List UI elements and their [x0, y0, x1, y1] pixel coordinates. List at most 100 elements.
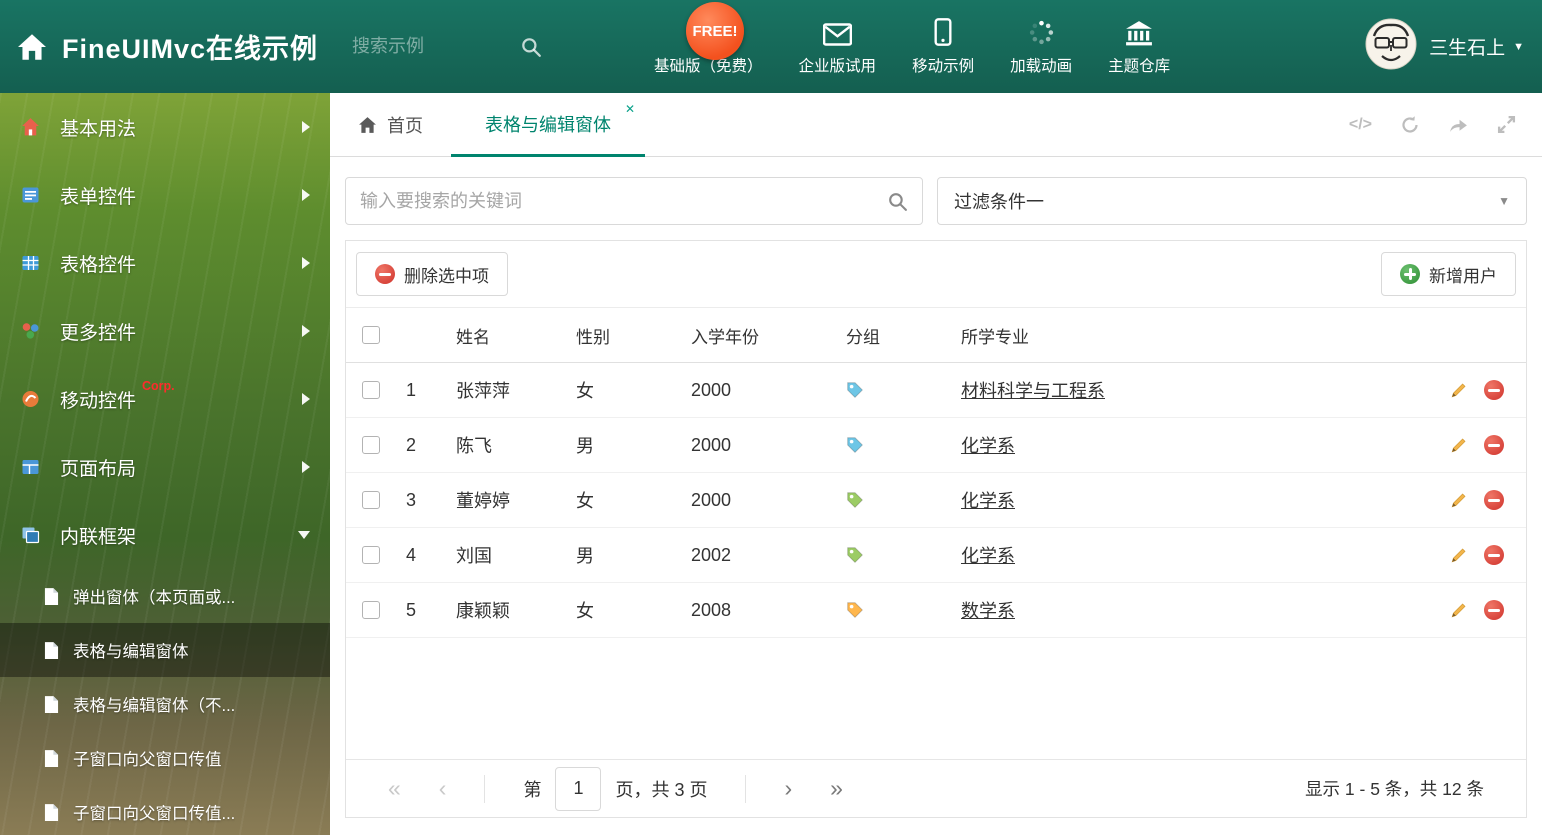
nav-mobile-demo[interactable]: 移动示例 [912, 17, 975, 76]
sidebar-subitem-child-to-parent[interactable]: 子窗口向父窗口传值 [0, 731, 330, 785]
delete-row-icon[interactable] [1484, 600, 1504, 620]
row-name: 陈飞 [456, 436, 492, 456]
delete-row-icon[interactable] [1484, 490, 1504, 510]
expand-icon[interactable] [1497, 115, 1516, 134]
sidebar-item-inline-frame[interactable]: 内联框架 [0, 501, 330, 569]
last-page-button[interactable]: » [830, 777, 843, 800]
row-index: 2 [406, 434, 417, 455]
row-checkbox[interactable] [362, 491, 380, 509]
pager-divider [484, 774, 486, 803]
sidebar-subitem-label: 表格与编辑窗体（不... [73, 697, 236, 715]
keyword-search-input[interactable] [360, 190, 887, 212]
sidebar-item-more-controls[interactable]: 更多控件 Corp. [0, 297, 330, 365]
tab-grid-edit-window[interactable]: 表格与编辑窗体 ✕ [451, 93, 645, 157]
sidebar-item-basic-usage[interactable]: 基本用法 [0, 93, 330, 161]
top-search-input[interactable] [352, 36, 513, 57]
major-link[interactable]: 材料科学与工程系 [961, 377, 1105, 403]
file-icon [44, 587, 59, 606]
user-menu[interactable]: 三生石上 ▼ [1365, 18, 1524, 75]
refresh-icon[interactable] [1400, 115, 1420, 135]
sidebar-subitem-grid-edit-window[interactable]: 表格与编辑窗体 [0, 623, 330, 677]
sidebar-subitem-label: 子窗口向父窗口传值 [73, 751, 222, 769]
row-checkbox[interactable] [362, 601, 380, 619]
nav-theme-repo[interactable]: 主题仓库 [1108, 18, 1170, 76]
major-link[interactable]: 数学系 [961, 597, 1015, 623]
page-number-input[interactable] [555, 766, 602, 811]
row-gender: 男 [576, 436, 594, 456]
sidebar-item-label: 页面布局 [60, 458, 137, 480]
code-icon[interactable]: </> [1349, 116, 1372, 134]
sidebar-subitem-child-to-parent-2[interactable]: 子窗口向父窗口传值... [0, 785, 330, 835]
add-user-button[interactable]: 新增用户 [1381, 252, 1516, 296]
home-icon[interactable] [16, 33, 48, 61]
edit-icon[interactable] [1450, 601, 1468, 619]
prev-page-button[interactable]: ‹ [439, 777, 447, 800]
sidebar-item-mobile-controls[interactable]: 移动控件 Corp. [0, 365, 330, 433]
chevron-right-icon [302, 461, 310, 473]
cubes-icon [20, 320, 44, 342]
sidebar-item-grid-controls[interactable]: 表格控件 [0, 229, 330, 297]
major-link[interactable]: 化学系 [961, 487, 1015, 513]
sidebar-subitem-grid-edit-window-2[interactable]: 表格与编辑窗体（不... [0, 677, 330, 731]
row-checkbox[interactable] [362, 546, 380, 564]
nav-loading-animation[interactable]: 加载动画 [1010, 18, 1072, 76]
column-header-group[interactable]: 分组 [846, 323, 961, 348]
home-tab-icon [358, 116, 377, 134]
tab-home[interactable]: 首页 [330, 93, 451, 156]
row-index: 1 [406, 379, 417, 400]
table-row[interactable]: 2 陈飞 男 2000 化学系 [346, 418, 1526, 473]
row-index: 3 [406, 489, 417, 510]
close-icon[interactable]: ✕ [625, 102, 635, 116]
nav-enterprise-trial[interactable]: 企业版试用 [799, 18, 876, 76]
select-all-checkbox[interactable] [362, 326, 380, 344]
row-checkbox[interactable] [362, 381, 380, 399]
tag-icon [847, 492, 864, 509]
delete-row-icon[interactable] [1484, 545, 1504, 565]
tag-icon [847, 547, 864, 564]
row-gender: 女 [576, 491, 594, 511]
file-icon [44, 803, 59, 822]
major-link[interactable]: 化学系 [961, 542, 1015, 568]
table-row[interactable]: 3 董婷婷 女 2000 化学系 [346, 473, 1526, 528]
top-header: FineUIMvc在线示例 FREE! 基础版（免费） 企业版试用 [0, 0, 1542, 93]
next-page-button[interactable]: › [784, 777, 792, 800]
sidebar-subitem-label: 弹出窗体（本页面或... [73, 589, 236, 607]
nav-label: 移动示例 [912, 57, 975, 75]
search-icon[interactable] [887, 191, 908, 212]
edit-icon[interactable] [1450, 546, 1468, 564]
row-checkbox[interactable] [362, 436, 380, 454]
pager-divider [745, 774, 747, 803]
column-header-year[interactable]: 入学年份 [691, 323, 846, 348]
nav-label: 加载动画 [1010, 57, 1073, 75]
tag-icon [847, 382, 864, 399]
delete-row-icon[interactable] [1484, 435, 1504, 455]
sidebar-item-form-controls[interactable]: 表单控件 [0, 161, 330, 229]
search-icon[interactable] [520, 36, 542, 58]
delete-row-icon[interactable] [1484, 380, 1504, 400]
major-link[interactable]: 化学系 [961, 432, 1015, 458]
sidebar-subitem-popup-window[interactable]: 弹出窗体（本页面或... [0, 569, 330, 623]
delete-selected-button[interactable]: 删除选中项 [356, 252, 508, 296]
column-header-major[interactable]: 所学专业 [961, 323, 1416, 348]
table-row[interactable]: 4 刘国 男 2002 化学系 [346, 528, 1526, 583]
share-icon[interactable] [1448, 116, 1469, 134]
filter-value: 过滤条件一 [954, 192, 1044, 212]
edit-icon[interactable] [1450, 491, 1468, 509]
first-page-button[interactable]: « [388, 777, 401, 800]
edit-icon[interactable] [1450, 436, 1468, 454]
nav-label: 主题仓库 [1108, 57, 1171, 75]
chevron-down-icon: ▼ [1498, 194, 1510, 208]
edit-icon[interactable] [1450, 381, 1468, 399]
table-row[interactable]: 5 康颖颖 女 2008 数学系 [346, 583, 1526, 638]
row-year: 2008 [691, 599, 732, 620]
sidebar-item-page-layout[interactable]: 页面布局 [0, 433, 330, 501]
column-header-name[interactable]: 姓名 [456, 323, 576, 348]
sidebar-subitem-label: 表格与编辑窗体 [73, 643, 189, 661]
frame-icon [20, 524, 44, 546]
filter-dropdown[interactable]: 过滤条件一 ▼ [937, 177, 1527, 225]
table-row[interactable]: 1 张萍萍 女 2000 材料科学与工程系 [346, 363, 1526, 418]
grid-toolbar: 删除选中项 新增用户 [346, 241, 1526, 307]
table-header: 姓名 性别 入学年份 分组 所学专业 [346, 307, 1526, 363]
row-index: 5 [406, 599, 417, 620]
column-header-gender[interactable]: 性别 [576, 323, 691, 348]
